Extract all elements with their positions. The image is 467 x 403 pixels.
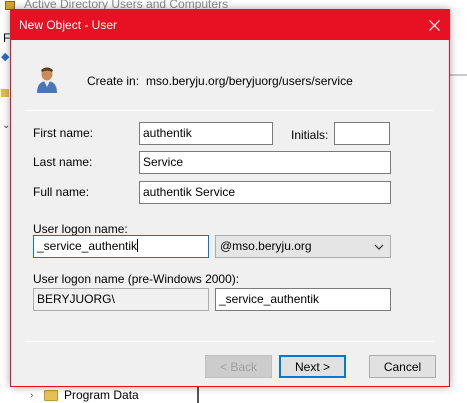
initials-label: Initials:	[291, 128, 329, 142]
dialog-title: New Object - User	[19, 18, 118, 32]
create-in-path: mso.beryju.org/beryjuorg/users/service	[146, 74, 353, 88]
initials-field[interactable]	[334, 122, 390, 145]
full-name-field[interactable]: authentik Service	[139, 181, 391, 204]
first-name-label: First name:	[33, 126, 94, 140]
text-caret	[137, 239, 139, 252]
chevron-right-icon[interactable]: ›	[30, 390, 38, 401]
user-logon-name-field[interactable]: _service_authentik	[33, 235, 209, 258]
pane-splitter[interactable]	[197, 387, 199, 403]
first-name-field[interactable]: authentik	[139, 122, 273, 145]
upn-suffix-select[interactable]: @mso.beryju.org	[215, 235, 391, 258]
back-button[interactable]: < Back	[205, 355, 272, 378]
tree-item-program-data[interactable]: › Program Data	[30, 387, 139, 403]
create-in-label: Create in:	[87, 74, 140, 88]
cancel-button[interactable]: Cancel	[369, 355, 436, 378]
full-name-label: Full name:	[33, 185, 90, 199]
chevron-down-icon	[374, 241, 384, 256]
close-button[interactable]	[419, 10, 449, 40]
folder-icon	[1, 89, 9, 97]
new-user-dialog: New Object - User Create in: mso.beryju.…	[10, 9, 450, 387]
user-icon	[37, 67, 57, 93]
upn-suffix-value: @mso.beryju.org	[220, 239, 312, 253]
tree-item-label: Program Data	[64, 388, 139, 402]
user-logon-name-label: User logon name:	[33, 222, 128, 236]
next-button[interactable]: Next >	[279, 355, 346, 378]
dialog-title-bar[interactable]: New Object - User	[11, 10, 449, 40]
header-separator	[25, 110, 433, 111]
last-name-label: Last name:	[33, 155, 93, 169]
close-icon	[428, 19, 440, 31]
user-logon-name-value: _service_authentik	[37, 239, 138, 253]
footer-separator	[25, 341, 433, 342]
pre-windows-2000-domain-field: BERYJUORG\	[33, 288, 209, 311]
last-name-field[interactable]: Service	[139, 151, 391, 174]
pre-windows-2000-name-field[interactable]: _service_authentik	[215, 288, 391, 311]
folder-icon	[44, 389, 58, 401]
pre-windows-2000-label: User logon name (pre-Windows 2000):	[33, 272, 240, 286]
